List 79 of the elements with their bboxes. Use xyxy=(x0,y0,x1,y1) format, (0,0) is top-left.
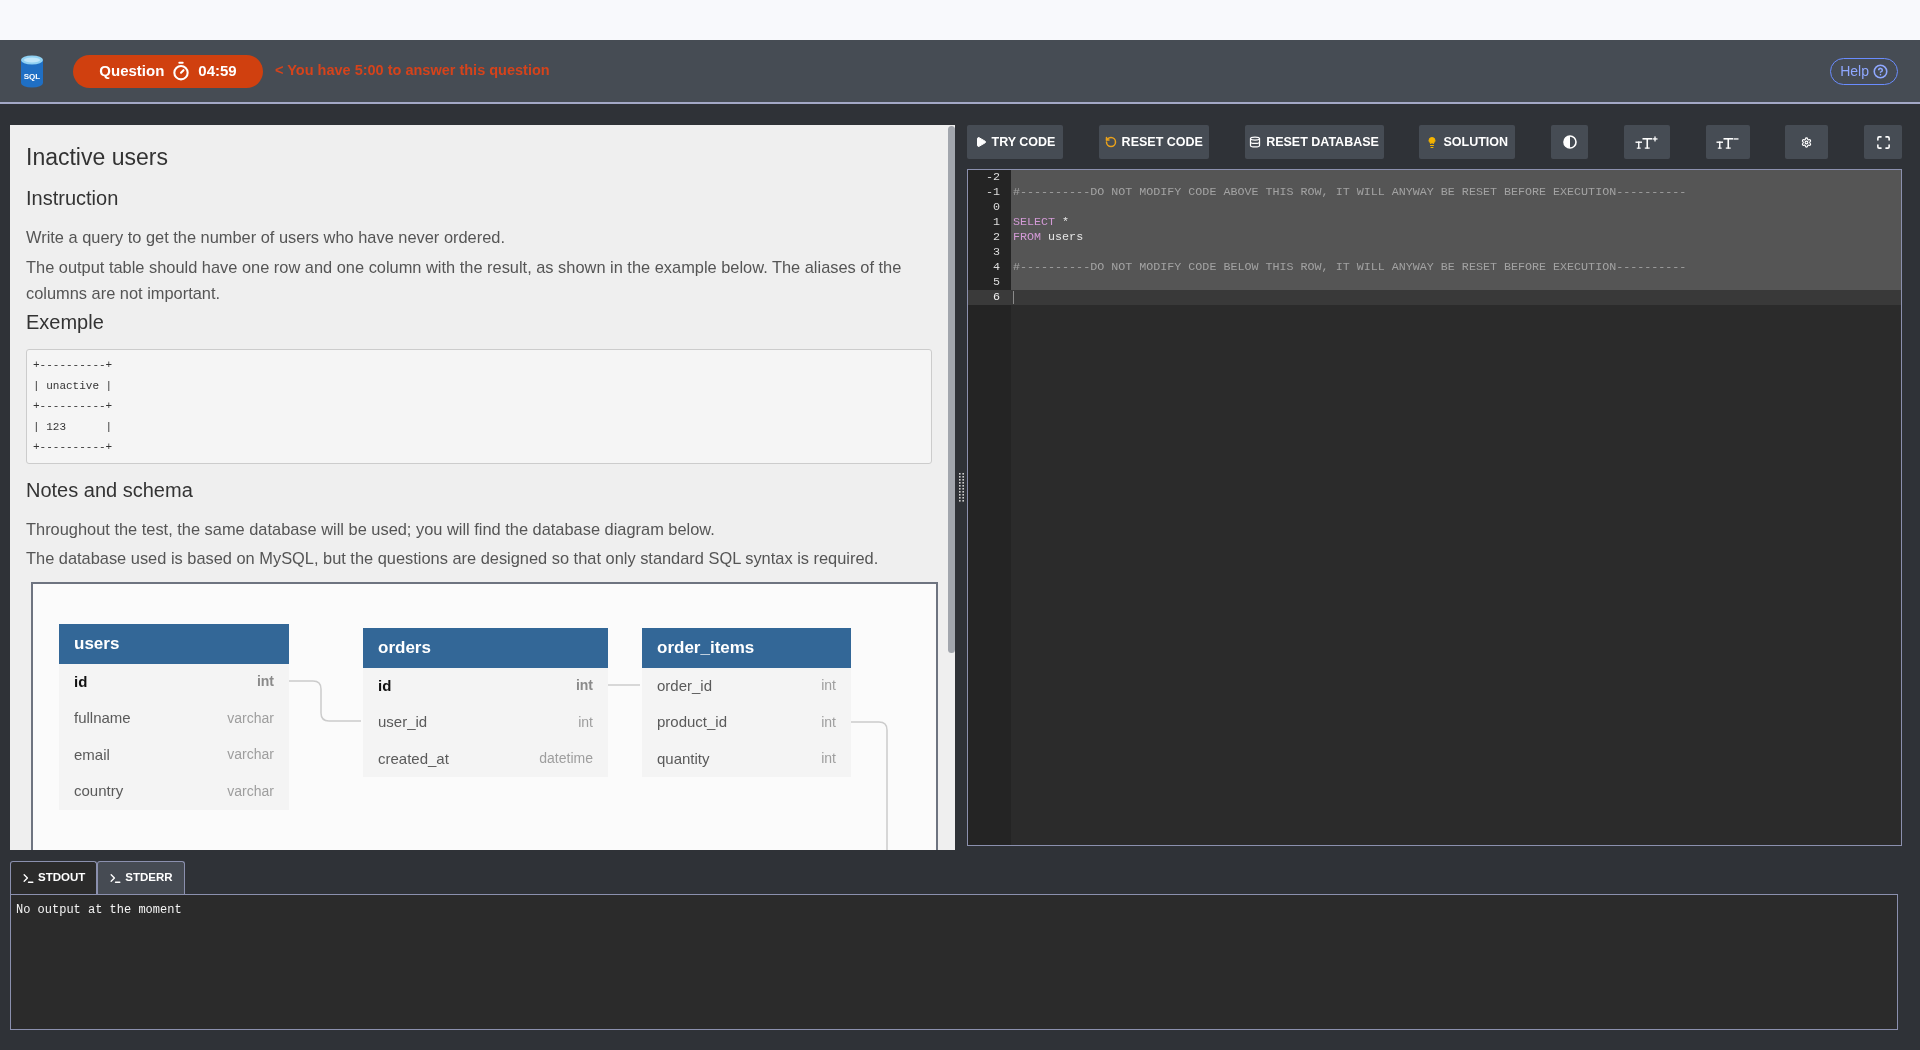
line-number: 1 xyxy=(992,215,1001,230)
terminal-icon xyxy=(22,871,35,885)
undo-icon xyxy=(1104,136,1117,148)
help-button[interactable]: Help xyxy=(1830,57,1898,85)
notes-text: Throughout the test, the same database will be used; you will find the database diagram below. xyxy=(26,518,716,540)
table-header: users xyxy=(59,623,289,664)
contrast-button[interactable] xyxy=(1551,125,1588,159)
reset-code-button[interactable]: RESET CODE xyxy=(1098,125,1209,159)
section-heading: Instruction xyxy=(26,186,120,210)
column-name: fullname xyxy=(74,708,131,728)
text-cursor xyxy=(1013,291,1014,304)
line-number: 0 xyxy=(992,200,1001,215)
play-icon xyxy=(974,136,987,148)
contrast-icon xyxy=(1562,135,1577,149)
resize-grip-icon[interactable] xyxy=(958,472,964,503)
try-code-button[interactable]: TRY CODE xyxy=(967,125,1063,159)
help-icon xyxy=(1873,63,1888,79)
terminal-icon xyxy=(109,871,123,885)
line-number: -2 xyxy=(984,170,1001,185)
line-number: -1 xyxy=(984,185,1001,200)
table-header: order_items xyxy=(642,627,851,668)
scrollbar-thumb[interactable] xyxy=(948,126,955,653)
fullscreen-button[interactable] xyxy=(1864,125,1902,159)
increase-font-size-button[interactable] xyxy=(1623,125,1670,159)
column-name: user_id xyxy=(378,712,428,732)
column-name: email xyxy=(74,744,110,765)
output-tab[interactable]: STDERR xyxy=(97,861,185,894)
connector-line xyxy=(605,683,641,686)
example-output-line: +----------+ xyxy=(33,440,114,455)
column-name: product_id xyxy=(657,712,728,732)
column-type: int xyxy=(578,712,593,732)
table-header: orders xyxy=(363,627,608,668)
column-type: int xyxy=(821,676,836,696)
instruction-text: The output table should have one row and one column with the result, as shown in the example below. The aliases of the columns are not important. xyxy=(26,257,903,304)
column-name: id xyxy=(378,675,392,696)
lightbulb-icon xyxy=(1426,135,1439,149)
instruction-text: Write a query to get the number of users who have never ordered. xyxy=(26,227,506,248)
timer-text: 04:59 xyxy=(198,60,237,81)
text-size-increase-icon xyxy=(1635,135,1659,149)
settings-button[interactable] xyxy=(1785,125,1829,159)
reset-database-button[interactable]: RESET DATABASE xyxy=(1244,125,1384,159)
column-name: id xyxy=(74,671,88,692)
column-type: int xyxy=(821,749,836,769)
console-message: No output at the moment xyxy=(16,902,183,918)
database-icon xyxy=(1249,136,1262,148)
column-type: varchar xyxy=(227,708,274,728)
example-output-line: +----------+ xyxy=(33,358,114,373)
column-type: int xyxy=(821,712,836,732)
column-type: int xyxy=(256,672,274,692)
line-number: 6 xyxy=(968,290,1011,305)
column-name: country xyxy=(74,781,124,801)
example-output-line: +----------+ xyxy=(33,399,114,414)
column-name: quantity xyxy=(657,748,710,769)
column-type: varchar xyxy=(227,781,274,801)
solution-button[interactable]: SOLUTION xyxy=(1419,125,1516,159)
line-number: 2 xyxy=(992,230,1001,245)
section-heading: Exemple xyxy=(26,310,105,334)
question-label: Question xyxy=(99,60,165,81)
time-limit-notice: < You have 5:00 to answer this question xyxy=(275,61,550,81)
settings-icon xyxy=(1801,136,1813,148)
column-type: int xyxy=(575,676,593,696)
decrease-font-size-button[interactable] xyxy=(1705,125,1750,159)
notes-text: The database used is based on MySQL, but the questions are designed so that only standard SQL syntax is required. xyxy=(26,547,880,569)
example-output-line: | unactive | xyxy=(33,378,114,394)
line-number: 5 xyxy=(992,275,1001,290)
fullscreen-icon xyxy=(1875,134,1891,150)
column-type: datetime xyxy=(539,749,593,769)
line-number: 3 xyxy=(992,245,1001,260)
stopwatch-icon xyxy=(171,61,192,81)
column-name: order_id xyxy=(657,675,713,696)
line-number: 4 xyxy=(992,260,1001,275)
section-heading: Notes and schema xyxy=(26,477,194,502)
sql-logo: SQL xyxy=(20,54,44,88)
problem-title: Inactive users xyxy=(26,143,169,172)
text-size-decrease-icon xyxy=(1716,135,1739,149)
column-type: varchar xyxy=(227,745,274,765)
column-name: created_at xyxy=(378,748,449,769)
example-output-line: | 123 | xyxy=(33,419,114,435)
output-tab[interactable]: STDOUT xyxy=(10,861,98,894)
